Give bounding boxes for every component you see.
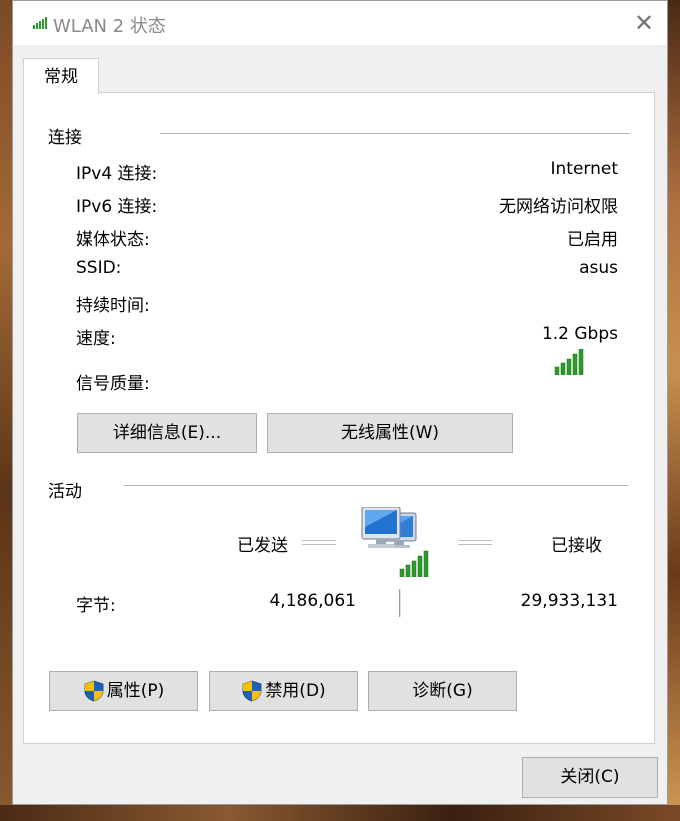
sent-dash bbox=[302, 540, 336, 545]
general-panel: 连接 IPv4 连接: Internet IPv6 连接: 无网络访问权限 媒体… bbox=[23, 92, 655, 744]
ipv4-label: IPv4 连接: bbox=[76, 164, 158, 184]
wireless-properties-button[interactable]: 无线属性(W) bbox=[267, 413, 513, 453]
close-icon[interactable]: ✕ bbox=[621, 1, 667, 45]
window-title: WLAN 2 状态 bbox=[53, 16, 166, 37]
ipv6-value: 无网络访问权限 bbox=[499, 197, 618, 217]
ssid-value: asus bbox=[579, 258, 618, 278]
desktop-background-right bbox=[666, 0, 680, 821]
tab-general[interactable]: 常规 bbox=[23, 58, 99, 94]
close-button-label: 关闭(C) bbox=[560, 767, 620, 787]
speed-label: 速度: bbox=[76, 329, 116, 349]
details-button-label: 详细信息(E)... bbox=[112, 423, 222, 443]
signal-quality-icon bbox=[554, 349, 584, 375]
wifi-signal-icon bbox=[33, 17, 47, 29]
ssid-label: SSID: bbox=[76, 258, 122, 278]
received-label: 已接收 bbox=[551, 536, 602, 556]
connection-section-label: 连接 bbox=[48, 128, 82, 148]
wireless-properties-button-label: 无线属性(W) bbox=[340, 423, 440, 443]
title-bar: WLAN 2 状态 ✕ bbox=[13, 1, 667, 45]
media-state-label: 媒体状态: bbox=[76, 230, 150, 250]
activity-separator bbox=[399, 589, 401, 617]
ipv4-value: Internet bbox=[550, 159, 618, 179]
ipv6-label: IPv6 连接: bbox=[76, 197, 158, 217]
wlan-status-dialog: WLAN 2 状态 ✕ 常规 连接 IPv4 连接: Internet IPv6… bbox=[12, 0, 668, 805]
media-state-value: 已启用 bbox=[567, 230, 618, 250]
disable-button[interactable]: 禁用(D) bbox=[209, 671, 358, 711]
sent-label: 已发送 bbox=[237, 536, 288, 556]
uac-shield-icon bbox=[84, 680, 104, 702]
desktop-background-bottom bbox=[0, 805, 680, 821]
diagnose-button-label: 诊断(G) bbox=[412, 681, 473, 701]
details-button[interactable]: 详细信息(E)... bbox=[77, 413, 257, 453]
bytes-label: 字节: bbox=[76, 596, 116, 616]
close-button[interactable]: 关闭(C) bbox=[522, 757, 658, 798]
bytes-received-value: 29,933,131 bbox=[520, 591, 618, 611]
properties-button-label: 属性(P) bbox=[106, 681, 165, 701]
duration-label: 持续时间: bbox=[76, 296, 150, 316]
diagnose-button[interactable]: 诊断(G) bbox=[368, 671, 517, 711]
activity-divider bbox=[124, 485, 628, 486]
received-dash bbox=[458, 540, 492, 545]
connection-divider bbox=[160, 133, 630, 134]
disable-button-label: 禁用(D) bbox=[265, 681, 326, 701]
uac-shield-icon bbox=[242, 680, 262, 702]
bytes-sent-value: 4,186,061 bbox=[269, 591, 356, 611]
activity-section-label: 活动 bbox=[48, 482, 82, 502]
speed-value: 1.2 Gbps bbox=[541, 324, 618, 344]
network-computers-icon bbox=[361, 507, 429, 577]
signal-quality-label: 信号质量: bbox=[76, 374, 150, 394]
properties-button[interactable]: 属性(P) bbox=[49, 671, 198, 711]
